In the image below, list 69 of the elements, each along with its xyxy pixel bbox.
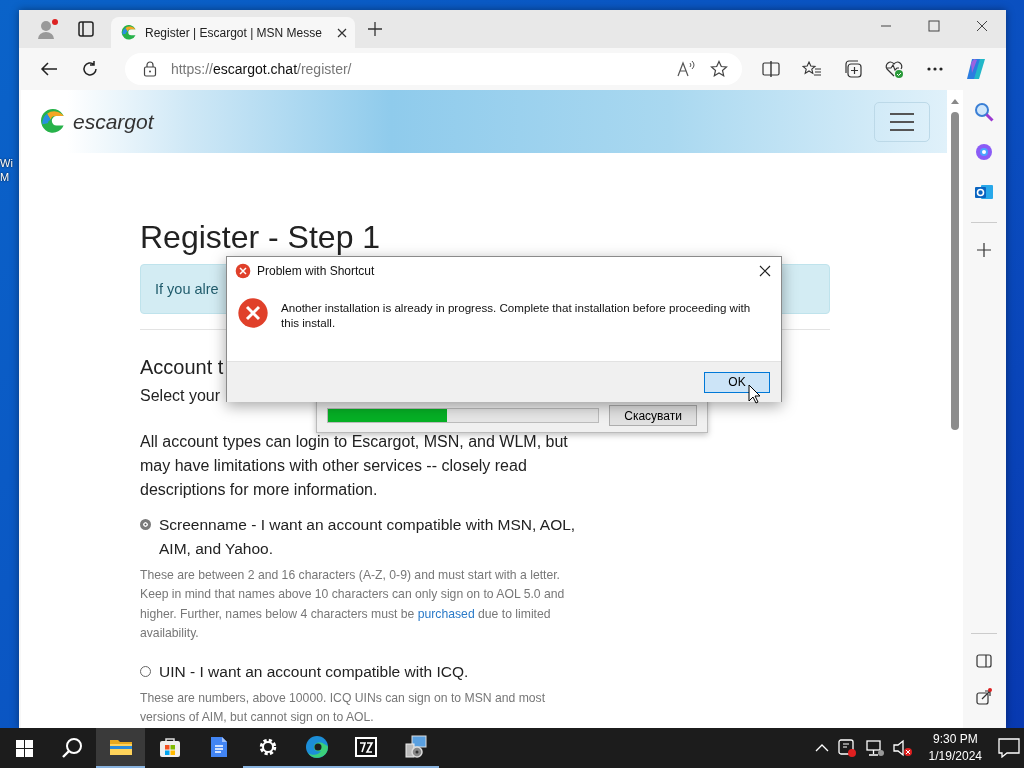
alert-text: If you alre — [155, 281, 219, 297]
mail-app-icon[interactable] — [973, 182, 994, 202]
scrollbar[interactable] — [947, 90, 963, 728]
site-logo-text[interactable]: escargot — [73, 109, 154, 134]
option-label: UIN - I want an account compatible with ICQ. — [159, 661, 469, 682]
clock-time: 9:30 PM — [932, 731, 978, 748]
radio-button[interactable] — [140, 519, 151, 530]
browser-icon — [304, 735, 329, 759]
page-heading: Register - Step 1 — [140, 218, 382, 257]
select-prompt: Select your — [140, 386, 221, 406]
menu-button[interactable] — [874, 101, 930, 142]
close-icon[interactable] — [759, 265, 771, 277]
ok-button[interactable]: OK — [704, 371, 770, 393]
volume-muted-icon[interactable] — [892, 739, 913, 757]
favorites-icon[interactable] — [801, 60, 822, 78]
read-aloud-icon[interactable] — [676, 60, 697, 78]
split-screen-icon[interactable] — [761, 60, 780, 78]
cancel-button[interactable]: Скасувати — [609, 405, 697, 426]
copilot-sidebar-icon[interactable] — [973, 142, 994, 162]
error-icon — [235, 263, 251, 279]
intro-paragraph: All account types can login to Escargot, MSN, and WLM, but may have limitations with other services -- closely read descriptions for more information. — [140, 432, 569, 500]
tab-actions-icon[interactable] — [78, 21, 94, 37]
escargot-logo-icon — [40, 108, 66, 135]
store-icon — [158, 736, 181, 758]
more-icon[interactable] — [926, 67, 943, 71]
scrollbar-thumb[interactable] — [951, 112, 959, 430]
windows-start-icon[interactable] — [15, 739, 33, 757]
error-icon — [237, 297, 269, 329]
add-icon[interactable] — [976, 243, 991, 257]
collections-icon[interactable] — [842, 59, 863, 79]
dialog-message: Another installation is already in progress. Complete that installation before proceeding with this install. — [281, 300, 752, 331]
section-heading: Account t — [140, 355, 224, 380]
option-description: These are numbers, above 10000. ICQ UINs can sign on to MSN and most versions of AIM, but cannot sign on to AOL. — [140, 689, 547, 727]
option-label: Screenname - I want an account compatible with MSN, AOL, AIM, and Yahoo. — [159, 515, 577, 559]
notifications-icon[interactable] — [998, 738, 1020, 758]
star-icon[interactable] — [710, 60, 729, 78]
maximize-icon[interactable] — [928, 20, 940, 32]
sidebar-panel-icon[interactable] — [975, 654, 992, 668]
external-link-icon[interactable] — [974, 688, 993, 706]
search-icon[interactable] — [61, 737, 83, 759]
dialog-title: Problem with Shortcut — [257, 264, 376, 278]
profile-icon[interactable] — [36, 17, 60, 41]
folder-icon — [108, 737, 133, 757]
purchase-link[interactable]: purchased — [417, 606, 475, 621]
installer-icon — [402, 735, 427, 759]
cursor-icon — [748, 384, 761, 404]
lock-icon — [142, 61, 157, 77]
radio-button[interactable] — [140, 665, 151, 677]
taskbar-app-button[interactable] — [96, 728, 145, 768]
taskbar-clock[interactable]: 9:30 PM 1/19/2024 — [920, 731, 990, 765]
tab-favicon-icon — [121, 24, 137, 41]
health-icon[interactable] — [883, 59, 904, 79]
archive-app-icon — [353, 736, 378, 758]
back-icon[interactable] — [40, 60, 59, 78]
menu-icon — [889, 111, 915, 132]
desktop-icon-label: Wi — [0, 156, 14, 170]
network-icon[interactable] — [864, 739, 885, 757]
document-icon — [209, 736, 228, 758]
scroll-up-icon[interactable] — [951, 99, 959, 104]
refresh-icon[interactable] — [81, 60, 100, 78]
close-icon[interactable] — [976, 20, 988, 32]
clock-date: 1/19/2024 — [928, 748, 982, 765]
new-tab-icon[interactable] — [367, 21, 383, 37]
browser-tab[interactable]: Register | Escargot | MSN Messe — [111, 17, 355, 48]
option-description: These are between 2 and 16 characters (A-Z, 0-9) and must start with a letter. Keep in mind that names above 10 characters can only sign on to AOL 5.0 and higher. Further, names below 4 characters must be purchased due to limited availability. — [140, 567, 566, 643]
desktop-icon-label: M — [0, 170, 11, 184]
chevron-up-icon[interactable] — [814, 744, 829, 752]
tray-app-icon[interactable] — [836, 738, 857, 758]
close-icon[interactable] — [337, 27, 347, 38]
